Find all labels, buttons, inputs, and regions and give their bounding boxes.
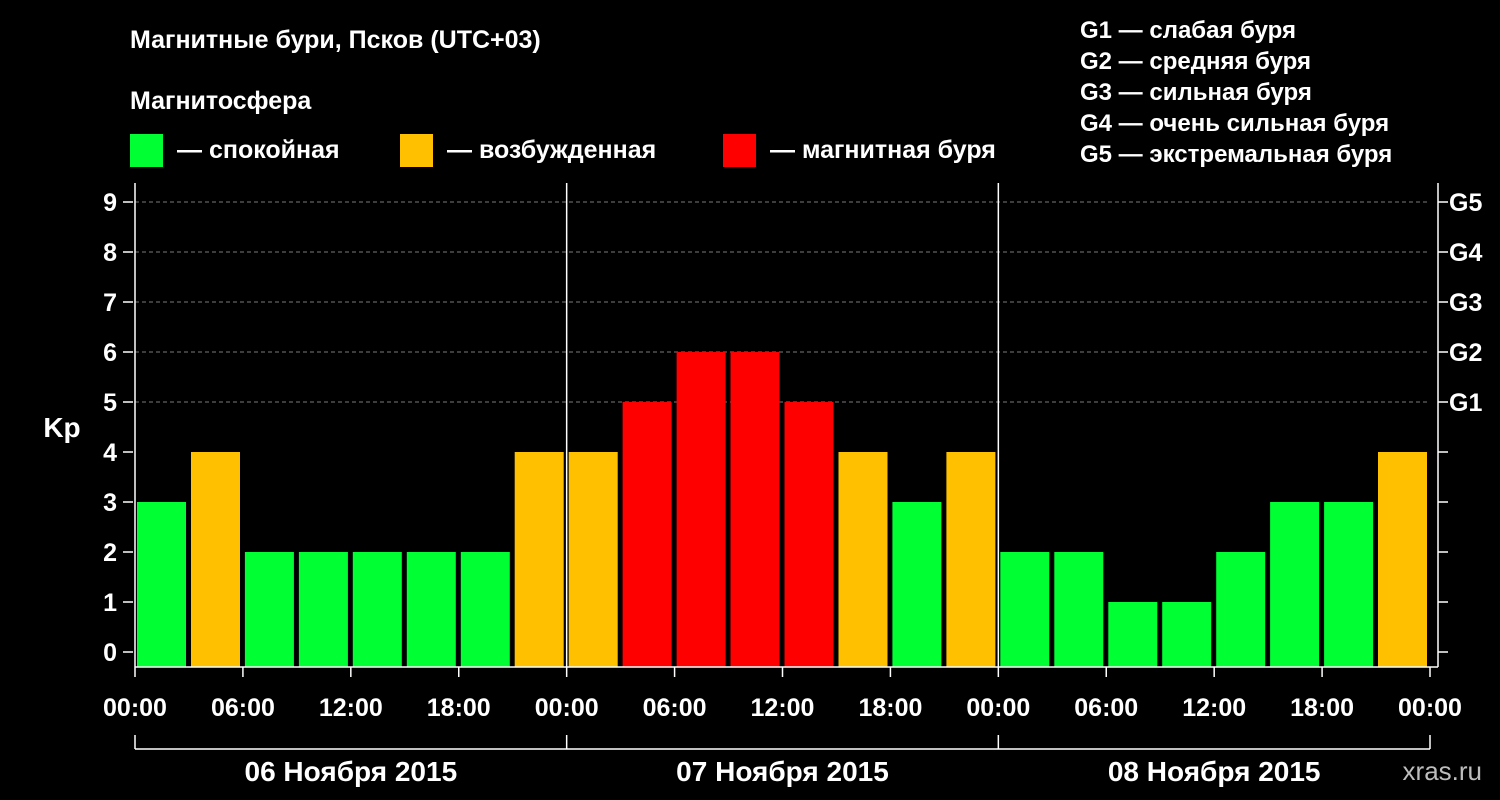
storm-legend-item-4: G5 — экстремальная буря bbox=[1080, 141, 1392, 168]
bar-6 bbox=[460, 552, 510, 667]
grid bbox=[135, 201, 1430, 403]
bar-9 bbox=[622, 402, 672, 667]
bar-0 bbox=[137, 502, 186, 667]
y-tick-5: 5 bbox=[103, 389, 117, 417]
bar-10 bbox=[676, 352, 726, 667]
y-tick-7: 7 bbox=[103, 289, 117, 317]
x-tick-4: 00:00 bbox=[535, 694, 599, 722]
bar-13 bbox=[838, 452, 888, 667]
x-tick-8: 00:00 bbox=[966, 694, 1030, 722]
kp-chart: Магнитные бури, Псков (UTC+03) Магнитосф… bbox=[43, 17, 1482, 787]
y-tick-3: 3 bbox=[103, 489, 117, 517]
storm-tick-G4: G4 bbox=[1449, 239, 1482, 267]
legend-label-0: — спокойная bbox=[177, 136, 340, 164]
x-tick-3: 18:00 bbox=[427, 694, 491, 722]
x-tick-10: 12:00 bbox=[1182, 694, 1246, 722]
legend-swatch-2 bbox=[723, 134, 756, 167]
y-tick-0: 0 bbox=[103, 639, 117, 667]
bar-14 bbox=[892, 502, 942, 667]
legend-label-1: — возбужденная bbox=[447, 136, 656, 164]
x-tick-5: 06:00 bbox=[643, 694, 707, 722]
bar-8 bbox=[568, 452, 618, 667]
watermark: xras.ru bbox=[1403, 756, 1482, 786]
day-label-2: 08 Ноября 2015 bbox=[1108, 756, 1321, 787]
bar-12 bbox=[784, 402, 834, 667]
x-tick-11: 18:00 bbox=[1290, 694, 1354, 722]
bar-11 bbox=[730, 352, 780, 667]
bar-16 bbox=[1000, 552, 1050, 667]
y-tick-1: 1 bbox=[103, 589, 117, 617]
legend-swatch-0 bbox=[130, 134, 163, 167]
x-tick-12: 00:00 bbox=[1398, 694, 1462, 722]
x-tick-2: 12:00 bbox=[319, 694, 383, 722]
storm-legend-item-3: G4 — очень сильная буря bbox=[1080, 110, 1389, 137]
x-tick-9: 06:00 bbox=[1074, 694, 1138, 722]
storm-legend-item-1: G2 — средняя буря bbox=[1080, 48, 1311, 75]
storm-tick-G1: G1 bbox=[1449, 389, 1482, 417]
y-tick-6: 6 bbox=[103, 339, 117, 367]
bars bbox=[137, 352, 1427, 667]
y-tick-9: 9 bbox=[103, 189, 117, 217]
y-tick-2: 2 bbox=[103, 539, 117, 567]
bar-22 bbox=[1324, 502, 1374, 667]
x-tick-6: 12:00 bbox=[751, 694, 815, 722]
y-tick-8: 8 bbox=[103, 239, 117, 267]
storm-legend: G1 — слабая буря G2 — средняя буря G3 — си… bbox=[1080, 17, 1392, 168]
x-ticks: 00:00 06:00 12:00 18:00 00:00 06:00 12:00 18:00… bbox=[103, 667, 1462, 722]
bar-19 bbox=[1162, 602, 1212, 667]
day-labels: 06 Ноября 2015 07 Ноября 2015 08 Ноября 20… bbox=[245, 756, 1321, 787]
day-label-1: 07 Ноября 2015 bbox=[676, 756, 889, 787]
bar-17 bbox=[1054, 552, 1104, 667]
storm-legend-item-0: G1 — слабая буря bbox=[1080, 17, 1296, 44]
bar-4 bbox=[352, 552, 402, 667]
x-tick-1: 06:00 bbox=[211, 694, 275, 722]
bar-23 bbox=[1378, 452, 1427, 667]
storm-tick-G2: G2 bbox=[1449, 339, 1482, 367]
bar-18 bbox=[1108, 602, 1158, 667]
y-tick-4: 4 bbox=[103, 439, 117, 467]
chart-title: Магнитные бури, Псков (UTC+03) bbox=[130, 26, 541, 54]
bar-21 bbox=[1270, 502, 1320, 667]
x-tick-0: 00:00 bbox=[103, 694, 167, 722]
bar-15 bbox=[946, 452, 996, 667]
day-label-0: 06 Ноября 2015 bbox=[245, 756, 458, 787]
chart-subtitle: Магнитосфера bbox=[130, 87, 312, 115]
bar-7 bbox=[514, 452, 564, 667]
bar-5 bbox=[406, 552, 456, 667]
bar-20 bbox=[1216, 552, 1266, 667]
bar-1 bbox=[191, 452, 240, 667]
legend: — спокойная — возбужденная — магнитная бур… bbox=[130, 134, 996, 167]
storm-level-ticks: G1 G2 G3 G4 G5 bbox=[1449, 189, 1482, 417]
storm-tick-G5: G5 bbox=[1449, 189, 1482, 217]
legend-label-2: — магнитная буря bbox=[770, 136, 996, 164]
storm-legend-item-2: G3 — сильная буря bbox=[1080, 79, 1312, 106]
legend-swatch-1 bbox=[400, 134, 433, 167]
y-axis-label: Kp bbox=[43, 412, 80, 443]
bar-2 bbox=[244, 552, 294, 667]
bar-3 bbox=[298, 552, 348, 667]
x-tick-7: 18:00 bbox=[858, 694, 922, 722]
storm-tick-G3: G3 bbox=[1449, 289, 1482, 317]
